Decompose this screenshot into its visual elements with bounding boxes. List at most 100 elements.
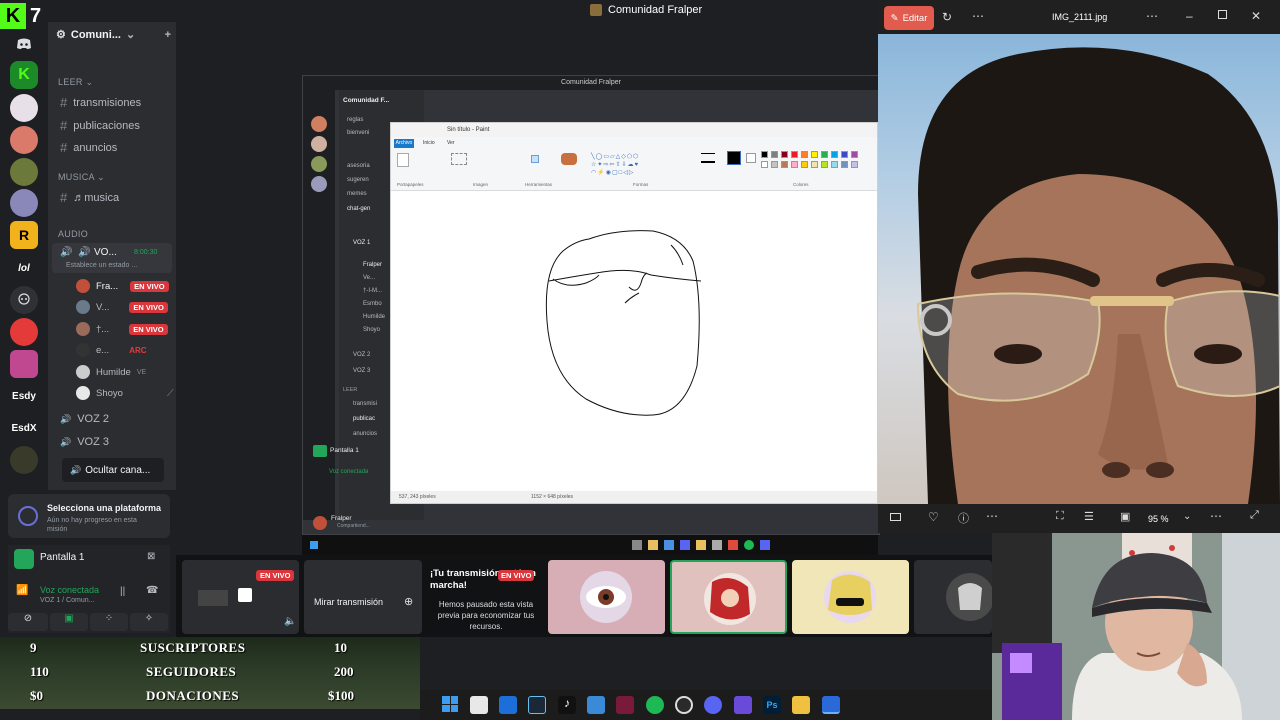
palette-swatch[interactable]: [761, 161, 768, 168]
size-icon[interactable]: [701, 153, 715, 163]
color2-swatch[interactable]: [746, 153, 756, 163]
shapes-gallery[interactable]: ╲◯▭▱△◇⬠⬡ ☆✦⇨⇦⇧⇩☁♥ ◠⚡◉▢□◁▷: [591, 153, 661, 179]
paint-canvas[interactable]: [391, 191, 877, 491]
channel-anuncios[interactable]: # anuncios: [60, 140, 117, 155]
palette-swatch[interactable]: [851, 151, 858, 158]
more-options-icon[interactable]: ⋯: [972, 9, 984, 23]
brushes-icon[interactable]: [561, 153, 577, 165]
actual-size-icon[interactable]: ▣: [1120, 510, 1130, 523]
vscode-icon[interactable]: [616, 696, 634, 714]
more-icon[interactable]: ⋯: [986, 509, 998, 523]
select-icon[interactable]: [451, 153, 467, 165]
palette-swatch[interactable]: [851, 161, 858, 168]
video-off-icon[interactable]: ⊘: [8, 613, 48, 631]
kick-server-icon[interactable]: K: [10, 61, 38, 89]
discord-icon[interactable]: [704, 696, 722, 714]
paint-tab-home[interactable]: Inicio: [423, 140, 435, 146]
dark-server-icon[interactable]: [10, 446, 38, 474]
more-icon[interactable]: ⋯: [1210, 509, 1222, 523]
palette-swatch[interactable]: [811, 161, 818, 168]
close-icon[interactable]: ✕: [1251, 9, 1261, 23]
app-icon[interactable]: [587, 696, 605, 714]
anime-server-icon-3[interactable]: [10, 158, 38, 186]
watch-stream-label[interactable]: Mirar transmisión: [314, 597, 383, 607]
disconnect-icon[interactable]: ☎: [146, 585, 158, 596]
soundboard-button[interactable]: ✧: [130, 613, 168, 631]
info-icon[interactable]: ⓘ: [958, 510, 969, 526]
voice-user[interactable]: †... EN VIVO: [76, 322, 168, 336]
paint-tab-file[interactable]: Archivo: [394, 139, 414, 148]
esdx-server-icon[interactable]: EsdX: [8, 414, 40, 442]
watch-stream-card[interactable]: Mirar transmisión ⊕: [304, 560, 422, 634]
palette-swatch[interactable]: [821, 161, 828, 168]
volume-icon[interactable]: 🔈: [284, 616, 296, 627]
voice-user[interactable]: e... ARC: [76, 343, 147, 357]
popout-icon[interactable]: ⊕: [404, 595, 413, 608]
expand-icon[interactable]: ⤢: [1250, 509, 1259, 522]
spotify-icon[interactable]: [646, 696, 664, 714]
activities-button[interactable]: ⁘: [90, 613, 128, 631]
anime-server-icon-2[interactable]: [10, 126, 38, 154]
minimize-icon[interactable]: –: [1186, 9, 1193, 23]
palette-swatch[interactable]: [801, 161, 808, 168]
channel-transmisiones[interactable]: # transmisiones: [60, 95, 141, 110]
red-server-icon[interactable]: [10, 318, 38, 346]
file-explorer-icon[interactable]: [470, 696, 488, 714]
category-leer[interactable]: LEER ⌄: [58, 77, 93, 88]
noise-suppression-icon[interactable]: ||: [120, 586, 125, 597]
add-member-icon[interactable]: +: [165, 29, 171, 41]
windows-icon[interactable]: [442, 696, 458, 712]
voice-status-text[interactable]: Establece un estado ...: [66, 262, 137, 269]
palette-swatch[interactable]: [781, 151, 788, 158]
chevron-down-icon[interactable]: ⌄: [1183, 511, 1191, 522]
voice-user[interactable]: Shoyo ⟋: [76, 386, 174, 400]
slideshow-icon[interactable]: ☰: [1084, 510, 1094, 523]
esdy-server-icon[interactable]: Esdy: [8, 382, 40, 410]
screen-share-button[interactable]: ▣: [50, 613, 88, 631]
palette-swatch[interactable]: [831, 151, 838, 158]
rotate-icon[interactable]: ↻: [942, 10, 952, 24]
edit-button[interactable]: ✎ Editar: [884, 6, 934, 30]
category-musica[interactable]: MUSICA ⌄: [58, 172, 105, 183]
voice-channel-voz2[interactable]: 🔊 VOZ 2: [60, 413, 109, 425]
maximize-icon[interactable]: [1218, 10, 1227, 19]
participant-tile[interactable]: [670, 560, 787, 634]
stream-thumbnail[interactable]: EN VIVO 🔈: [182, 560, 299, 634]
steam-icon[interactable]: [528, 696, 546, 714]
store-icon[interactable]: [499, 696, 517, 714]
palette-swatch[interactable]: [841, 161, 848, 168]
zoom-level[interactable]: 95 %: [1148, 514, 1169, 524]
palette-swatch[interactable]: [771, 161, 778, 168]
close-stream-icon[interactable]: ⊠: [147, 551, 155, 562]
photoshop-icon[interactable]: Ps: [763, 696, 781, 714]
participant-tile[interactable]: [792, 560, 909, 634]
participant-tile[interactable]: [548, 560, 665, 634]
palette-swatch[interactable]: [791, 161, 798, 168]
voice-user[interactable]: V... EN VIVO: [76, 300, 168, 314]
palette-swatch[interactable]: [801, 151, 808, 158]
voice-channel-voz1[interactable]: 🔊 🔊 VO... 8:00:30 Establece un estado ..…: [52, 243, 172, 273]
palette-swatch[interactable]: [761, 151, 768, 158]
tiktok-icon[interactable]: ♪: [558, 696, 576, 714]
palette-swatch[interactable]: [821, 151, 828, 158]
quest-card[interactable]: Selecciona una plataforma Aún no hay pro…: [8, 494, 170, 538]
palette-swatch[interactable]: [831, 161, 838, 168]
paint-icon[interactable]: [822, 696, 840, 714]
palette-swatch[interactable]: [781, 161, 788, 168]
palette-swatch[interactable]: [791, 151, 798, 158]
pencil-icon[interactable]: [531, 155, 539, 163]
palette-swatch[interactable]: [811, 151, 818, 158]
palette-swatch[interactable]: [771, 151, 778, 158]
filmstrip-icon[interactable]: [890, 513, 901, 521]
anime-server-icon[interactable]: [10, 94, 38, 122]
color-palette[interactable]: [761, 151, 871, 175]
voice-user[interactable]: Fra... EN VIVO: [76, 279, 169, 293]
category-audio[interactable]: AUDIO: [58, 229, 88, 239]
anime-server-icon-4[interactable]: [10, 189, 38, 217]
paint-tab-view[interactable]: Ver: [447, 140, 455, 146]
participant-tile[interactable]: [914, 560, 992, 634]
palette-swatch[interactable]: [841, 151, 848, 158]
more-icon[interactable]: ⋯: [1146, 9, 1158, 23]
voice-user[interactable]: Humilde VE: [76, 365, 146, 379]
folder-icon[interactable]: [792, 696, 810, 714]
